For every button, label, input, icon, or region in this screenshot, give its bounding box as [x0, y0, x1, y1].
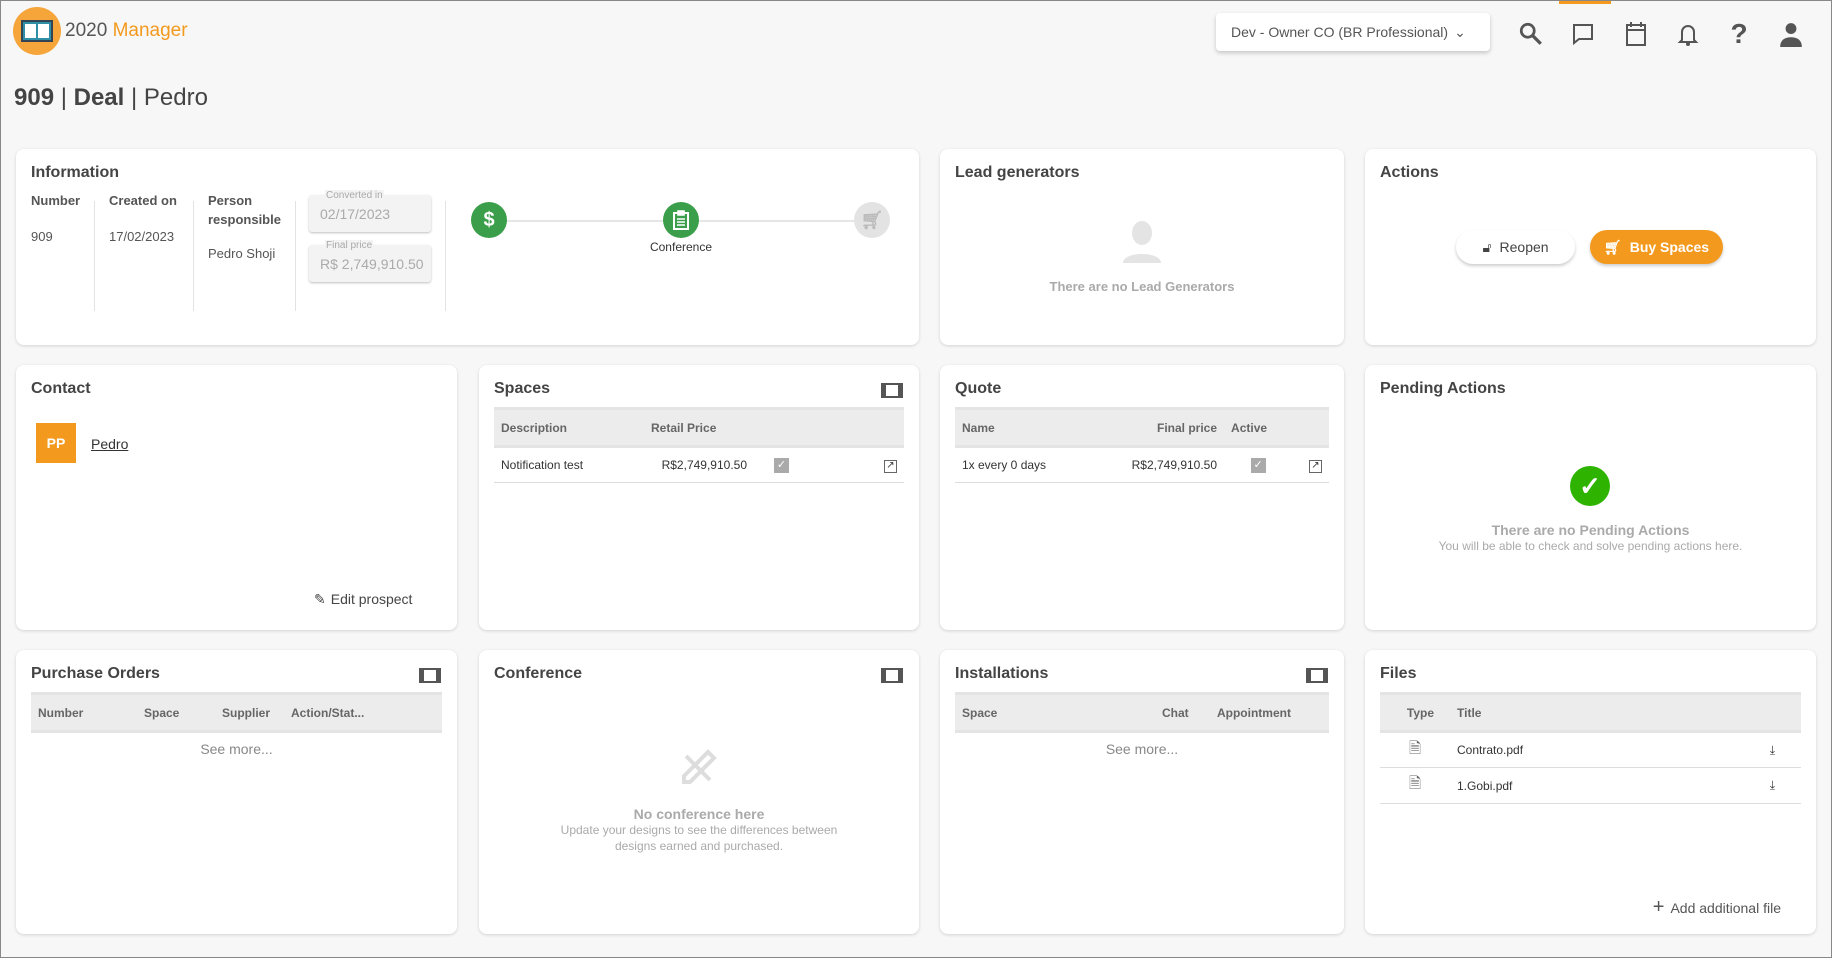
add-file-button[interactable]: + Add additional file [1653, 896, 1781, 919]
external-link-icon[interactable]: ↗ [884, 460, 897, 473]
help-icon[interactable]: ? [1724, 18, 1754, 49]
current-step-label: Conference [649, 240, 713, 254]
pencil-icon: ✎ [314, 591, 326, 607]
empty-sub: Update your designs to see the differenc… [560, 823, 838, 853]
columns-icon[interactable] [881, 668, 903, 683]
bell-icon[interactable] [1673, 19, 1703, 49]
user-icon[interactable] [1776, 19, 1806, 49]
avatar: PP [36, 423, 76, 463]
spaces-table: Description Retail Price Notification tes… [494, 407, 904, 483]
see-more-link[interactable]: See more... [16, 741, 457, 757]
card-title: Contact [31, 380, 91, 397]
card-title: Purchase Orders [31, 665, 160, 682]
card-title: Files [1380, 665, 1417, 682]
card-title: Information [31, 164, 119, 181]
purchase-table: Number Space Supplier Action/Stat... [31, 692, 442, 733]
chevron-down-icon: ⌄ [1454, 23, 1466, 40]
created-label: Created on [109, 193, 177, 208]
number-value: 909 [31, 229, 53, 244]
card-title: Pending Actions [1380, 380, 1506, 397]
contact-card: Contact PP Pedro ✎ Edit prospect [16, 365, 457, 630]
external-link-icon[interactable]: ↗ [1309, 460, 1322, 473]
person-label: Person responsible [208, 193, 281, 227]
cart-icon: 🛒︎ [1603, 238, 1622, 255]
buy-spaces-button[interactable]: 🛒︎ Buy Spaces [1590, 230, 1723, 264]
org-selector[interactable]: Dev - Owner CO (BR Professional) ⌄ [1216, 13, 1490, 51]
card-title: Quote [955, 380, 1002, 397]
installations-table: Space Chat Appointment [955, 692, 1329, 733]
empty-message: There are no Pending Actions [1491, 522, 1690, 538]
checkbox[interactable]: ✓ [774, 458, 789, 473]
check-circle-icon: ✓ [1570, 466, 1610, 506]
checkbox[interactable]: ✓ [1250, 458, 1266, 473]
card-title: Conference [494, 665, 583, 682]
calendar-icon[interactable] [1621, 19, 1651, 49]
contact-link[interactable]: Pedro [91, 436, 128, 452]
app-name: 2020 Manager [65, 20, 188, 41]
design-tools-icon [678, 746, 720, 793]
lead-generators-card: Lead generators There are no Lead Genera… [940, 149, 1344, 345]
person-placeholder-icon [1122, 221, 1162, 268]
logo-icon [13, 7, 61, 55]
table-row: Notification test R$2,749,910.50 ✓ ↗ [494, 446, 904, 483]
reopen-button[interactable]: 🔓︎ Reopen [1456, 230, 1575, 264]
conference-card: Conference No conference here Update you… [479, 650, 919, 934]
converted-field: Converted in 02/17/2023 [309, 190, 431, 232]
pdf-file-icon: 🗎 [1380, 767, 1450, 804]
unlock-icon: 🔓︎ [1482, 238, 1492, 255]
card-title: Spaces [494, 380, 551, 397]
quote-table: Name Final price Active 1x every 0 days R$2… [955, 407, 1329, 483]
columns-icon[interactable] [881, 383, 903, 398]
quote-card: Quote Name Final price Active 1x every 0 d… [940, 365, 1344, 630]
files-card: Files Type Title 🗎 Contrato.pdf ⤓ 🗎 1.Gobi.p… [1365, 650, 1816, 934]
columns-icon[interactable] [1306, 668, 1328, 683]
see-more-link[interactable]: See more... [940, 741, 1344, 757]
empty-message: No conference here [633, 806, 765, 822]
card-title: Actions [1380, 164, 1439, 181]
card-title: Lead generators [955, 164, 1080, 181]
columns-icon[interactable] [419, 668, 441, 683]
download-icon[interactable]: ⤓ [1687, 731, 1801, 768]
dollar-step-icon: $ [471, 202, 507, 238]
empty-message: There are no Lead Generators [1049, 279, 1235, 294]
actions-card: Actions 🔓︎ Reopen 🛒︎ Buy Spaces [1365, 149, 1816, 345]
org-selector-label: Dev - Owner CO (BR Professional) [1231, 24, 1449, 40]
empty-sub: You will be able to check and solve pend… [1438, 539, 1743, 553]
chat-icon[interactable] [1568, 19, 1598, 49]
table-row: 🗎 1.Gobi.pdf ⤓ [1380, 767, 1801, 804]
final-price-field: Final price R$ 2,749,910.50 [309, 240, 431, 282]
clipboard-step-icon [663, 202, 699, 238]
pdf-file-icon: 🗎 [1380, 731, 1450, 768]
spaces-card: Spaces Description Retail Price Notificat… [479, 365, 919, 630]
active-indicator [1559, 1, 1611, 4]
files-table: Type Title 🗎 Contrato.pdf ⤓ 🗎 1.Gobi.pdf ⤓ [1380, 692, 1801, 804]
search-icon[interactable] [1516, 19, 1546, 49]
information-card: Information Number 909 Created on 17/02/… [16, 149, 919, 345]
edit-prospect-button[interactable]: ✎ Edit prospect [314, 591, 412, 608]
pending-actions-card: Pending Actions ✓ There are no Pending A… [1365, 365, 1816, 630]
number-label: Number [31, 193, 81, 208]
created-value: 17/02/2023 [109, 229, 175, 244]
page-title: 909 | Deal | Pedro [14, 84, 208, 111]
cart-step-icon: 🛒︎ [854, 202, 890, 238]
plus-icon: + [1652, 896, 1665, 918]
table-row: 🗎 Contrato.pdf ⤓ [1380, 731, 1801, 768]
person-value: Pedro Shoji [208, 246, 276, 261]
download-icon[interactable]: ⤓ [1687, 767, 1801, 804]
table-row: 1x every 0 days R$2,749,910.50 ✓ ↗ [955, 446, 1329, 483]
app-logo[interactable]: 2020 Manager [13, 7, 188, 55]
purchase-orders-card: Purchase Orders Number Space Supplier Actio… [16, 650, 457, 934]
card-title: Installations [955, 665, 1049, 682]
installations-card: Installations Space Chat Appointment See m… [940, 650, 1344, 934]
